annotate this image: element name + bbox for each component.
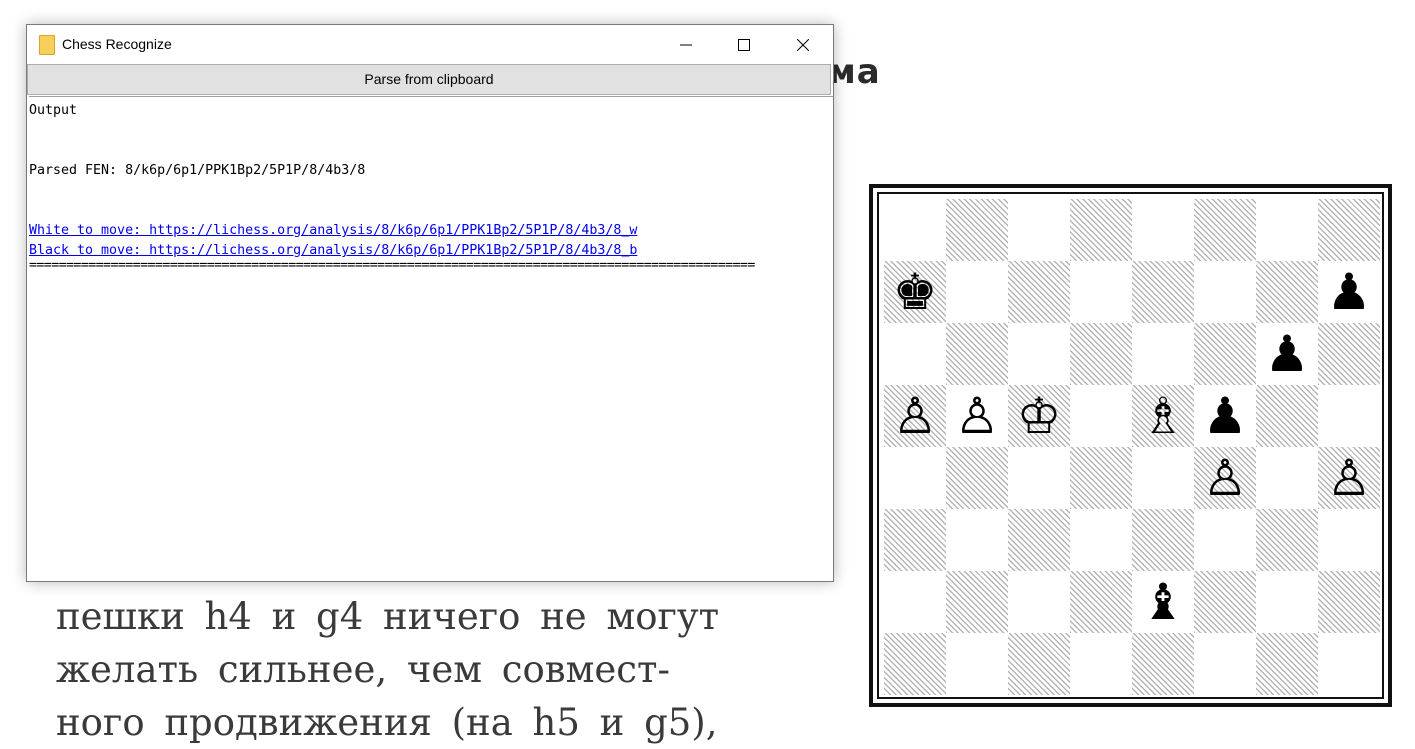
board-square [1132,261,1194,323]
board-square [946,199,1008,261]
black-king-icon: ♚ [892,263,938,321]
board-square [1256,447,1318,509]
board-square [946,509,1008,571]
board-square [884,447,946,509]
board-square [1194,261,1256,323]
board-square [1256,261,1318,323]
minimize-button[interactable] [657,25,715,64]
black-pawn-icon: ♟ [1264,325,1310,383]
board-square [1070,323,1132,385]
maximize-icon [738,38,750,51]
board-square [946,261,1008,323]
maximize-button[interactable] [715,25,773,64]
board-square [1008,261,1070,323]
board-square [1318,571,1380,633]
board-square [1256,571,1318,633]
board-square [1132,447,1194,509]
close-icon [797,38,809,51]
white-to-move-link[interactable]: White to move: https://lichess.org/analy… [29,221,833,241]
board-square [1256,509,1318,571]
board-square [1194,509,1256,571]
book-line: желать сильнее, чем совмест- [56,648,670,691]
board-square [884,199,946,261]
board-square [884,509,946,571]
window-title: Chess Recognize [62,36,172,52]
board-square [1132,509,1194,571]
white-pawn-icon: ♙ [892,387,938,445]
diagram-frame: ♚ ♟ ♟ ♙ ♙ ♔ ♗ ♟ ♙ ♙ ♝ [877,192,1384,699]
board-square [1256,199,1318,261]
board-square [1008,633,1070,695]
board-square [1256,385,1318,447]
black-pawn-icon: ♟ [1326,263,1372,321]
board-square [1070,199,1132,261]
board-square [1070,385,1132,447]
board-square [1318,323,1380,385]
chess-diagram: ♚ ♟ ♟ ♙ ♙ ♔ ♗ ♟ ♙ ♙ ♝ [869,184,1392,707]
chess-recognize-window: Chess Recognize Parse from clipboard Out… [26,24,834,582]
board-square [1194,199,1256,261]
board-square [1070,261,1132,323]
board-square [1008,447,1070,509]
white-pawn-icon: ♙ [954,387,1000,445]
chessboard: ♚ ♟ ♟ ♙ ♙ ♔ ♗ ♟ ♙ ♙ ♝ [884,199,1380,695]
board-square [1008,199,1070,261]
white-pawn-icon: ♙ [1202,449,1248,507]
white-bishop-icon: ♗ [1140,387,1186,445]
board-square [1194,633,1256,695]
book-line: ного продвижения (на h5 и g5), [56,701,718,744]
black-to-move-link[interactable]: Black to move: https://lichess.org/analy… [29,241,833,261]
parsed-fen-text: Parsed FEN: 8/k6p/6p1/PPK1Bp2/5P1P/8/4b3… [29,163,366,178]
board-square [1194,323,1256,385]
board-square [1132,633,1194,695]
board-square [1070,509,1132,571]
separator-line: ========================================… [29,261,755,270]
board-square [1318,385,1380,447]
board-square [1318,509,1380,571]
board-square [1256,633,1318,695]
title-bar[interactable]: Chess Recognize [27,25,833,64]
parse-from-clipboard-button[interactable]: Parse from clipboard [27,64,831,95]
board-square [1070,447,1132,509]
board-square [884,323,946,385]
board-square [1132,323,1194,385]
board-square [946,323,1008,385]
board-square [884,633,946,695]
black-pawn-icon: ♟ [1202,387,1248,445]
board-square [1132,199,1194,261]
book-text: пешки h4 и g4 ничего не могут желать сил… [56,590,719,749]
output-textarea[interactable]: Output Parsed FEN: 8/k6p/6p1/PPK1Bp2/5P1… [29,96,833,581]
board-square [1070,633,1132,695]
board-square [1318,199,1380,261]
minimize-icon [680,44,692,45]
board-square [946,571,1008,633]
board-square [884,571,946,633]
book-line: пешки h4 и g4 ничего не могут [56,595,720,638]
board-square [946,633,1008,695]
board-square [946,447,1008,509]
board-square [1008,571,1070,633]
white-king-icon: ♔ [1016,387,1062,445]
close-button[interactable] [774,25,832,64]
board-square [1318,633,1380,695]
background-heading-fragment: ма [828,52,881,92]
folder-icon [39,35,55,55]
board-square [1194,571,1256,633]
output-header: Output [29,103,78,118]
board-square [1070,571,1132,633]
board-square [1008,509,1070,571]
board-square [1008,323,1070,385]
white-pawn-icon: ♙ [1326,449,1372,507]
black-bishop-icon: ♝ [1140,573,1186,631]
